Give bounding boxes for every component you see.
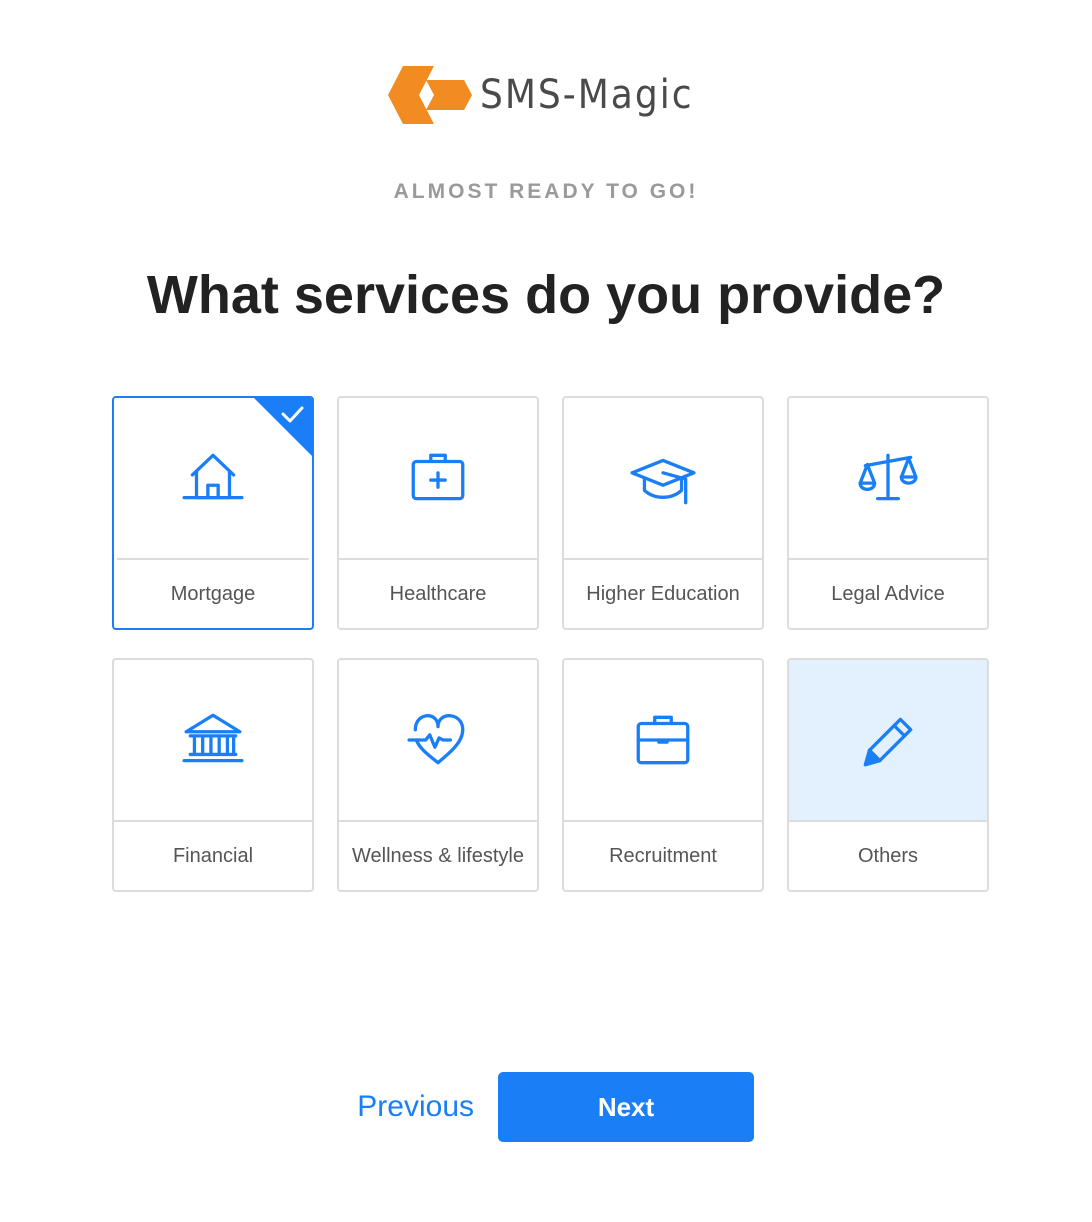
service-label: Mortgage [170, 582, 256, 605]
card-icon-area [789, 398, 987, 558]
card-icon-area [564, 660, 762, 820]
next-button[interactable]: Next [498, 1072, 754, 1142]
service-card-financial[interactable]: Financial [112, 658, 314, 892]
card-icon-area [339, 398, 537, 558]
service-label: Higher Education [586, 582, 740, 605]
graduation-cap-icon [630, 458, 696, 505]
service-label: Legal Advice [831, 582, 945, 605]
service-card-legal-advice[interactable]: Legal Advice [787, 396, 989, 630]
selected-check-icon [254, 398, 312, 456]
page-title: What services do you provide? [146, 265, 946, 325]
briefcase-icon [636, 715, 690, 765]
service-card-mortgage[interactable]: Mortgage [112, 396, 314, 630]
service-card-others[interactable]: Others [787, 658, 989, 892]
brand-name: SMS-Magic [480, 72, 694, 118]
scales-icon [858, 453, 918, 501]
card-icon-area [564, 398, 762, 558]
service-card-healthcare[interactable]: Healthcare [337, 396, 539, 630]
brand-logo: SMS-Magic [388, 66, 694, 124]
services-grid: Mortgage Healthcare Higher Education Leg… [112, 396, 990, 892]
card-icon-area [789, 660, 987, 820]
house-icon [182, 453, 244, 500]
sms-magic-logo-mark [388, 66, 472, 124]
service-label: Recruitment [609, 844, 717, 867]
step-kicker: ALMOST READY TO GO! [393, 180, 699, 203]
heart-pulse-icon [407, 714, 465, 765]
service-label: Wellness & lifestyle [352, 844, 524, 867]
pencil-icon [863, 717, 913, 767]
card-icon-area [114, 660, 312, 820]
bank-icon [182, 713, 244, 763]
service-card-wellness-lifestyle[interactable]: Wellness & lifestyle [337, 658, 539, 892]
service-card-recruitment[interactable]: Recruitment [562, 658, 764, 892]
card-icon-area [339, 660, 537, 820]
service-card-higher-education[interactable]: Higher Education [562, 396, 764, 630]
service-label: Financial [172, 844, 254, 867]
previous-link[interactable]: Previous [357, 1072, 474, 1142]
service-label: Others [857, 844, 919, 867]
wizard-navigation: Previous Next [0, 1072, 1092, 1142]
medical-kit-icon [411, 453, 465, 501]
service-label: Healthcare [389, 582, 487, 605]
